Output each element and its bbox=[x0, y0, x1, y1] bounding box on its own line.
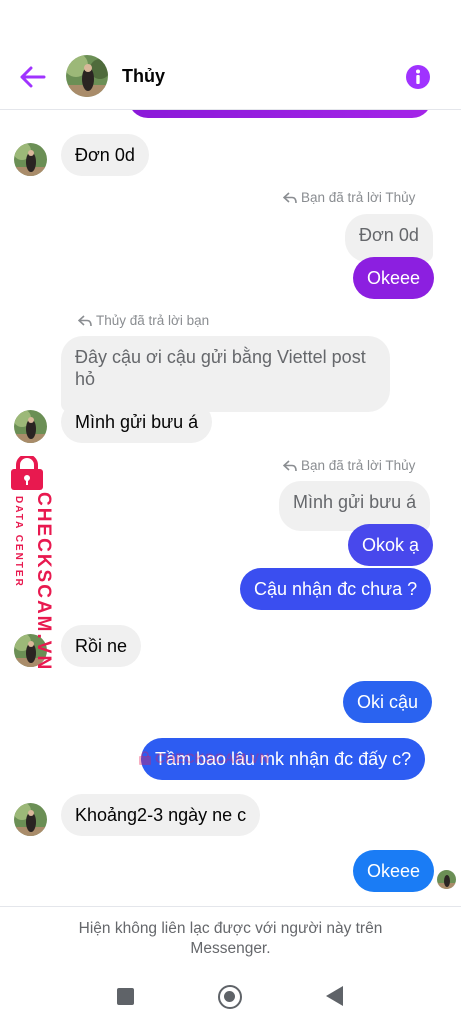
reply-note-text: Thủy đã trả lời bạn bbox=[96, 313, 210, 328]
watermark-brand: CHECKSCAM.VN bbox=[33, 492, 54, 672]
outgoing-message[interactable]: Okeee bbox=[353, 850, 435, 892]
unavailable-notice: Hiện không liên lạc được với người này t… bbox=[78, 920, 383, 957]
reply-icon bbox=[78, 314, 92, 326]
contact-avatar-small[interactable] bbox=[14, 803, 47, 836]
info-icon[interactable] bbox=[406, 65, 430, 89]
reply-icon bbox=[283, 459, 297, 471]
reply-note-text: Bạn đã trả lời Thủy bbox=[301, 190, 416, 205]
quoted-line: hỏ bbox=[75, 369, 96, 389]
reply-note-text: Bạn đã trả lời Thủy bbox=[301, 458, 416, 473]
recents-square-icon[interactable] bbox=[117, 988, 134, 1005]
contact-name[interactable]: Thủy bbox=[122, 66, 165, 87]
watermark: DATA CENTER CHECKSCAM.VN bbox=[4, 456, 54, 671]
incoming-message[interactable]: Rồi ne bbox=[61, 625, 142, 667]
quoted-line: Đây cậu ơi cậu gửi bằng Viettel post bbox=[75, 347, 366, 367]
lock-icon bbox=[139, 751, 151, 765]
incoming-message[interactable]: Khoảng2-3 ngày ne c bbox=[61, 794, 261, 836]
reply-icon bbox=[283, 191, 297, 203]
home-circle-icon[interactable] bbox=[218, 985, 242, 1009]
outgoing-message[interactable]: Oki cậu bbox=[343, 681, 433, 723]
outgoing-message[interactable]: Okok ạ bbox=[348, 524, 434, 566]
system-nav-bar bbox=[0, 968, 461, 1024]
contact-avatar[interactable] bbox=[66, 55, 108, 97]
back-arrow-icon bbox=[20, 66, 46, 88]
watermark-subtext: DATA CENTER bbox=[13, 496, 24, 588]
incoming-message[interactable]: Đơn 0d bbox=[61, 134, 149, 176]
outgoing-message[interactable]: Okeee bbox=[353, 257, 435, 299]
contact-avatar-small[interactable] bbox=[14, 410, 47, 443]
seen-indicator-avatar bbox=[437, 870, 456, 889]
watermark-center: CHECKSCAM.VN bbox=[138, 750, 269, 766]
outgoing-message[interactable]: Cậu nhận đc chưa ? bbox=[240, 568, 432, 610]
back-triangle-icon[interactable] bbox=[326, 986, 343, 1006]
reply-note: Bạn đã trả lời Thủy bbox=[283, 458, 415, 473]
footer-divider bbox=[0, 906, 461, 907]
lock-icon bbox=[11, 456, 43, 490]
back-button[interactable] bbox=[16, 60, 50, 94]
incoming-message[interactable]: Mình gửi bưu á bbox=[61, 401, 213, 443]
quoted-message[interactable]: Đơn 0d bbox=[345, 214, 433, 262]
reply-note: Bạn đã trả lời Thủy bbox=[283, 190, 415, 205]
reply-note: Thủy đã trả lời bạn bbox=[78, 313, 209, 328]
contact-avatar-small[interactable] bbox=[14, 143, 47, 176]
conversation-header: Thủy bbox=[0, 0, 461, 110]
watermark-center-text: CHECKSCAM.VN bbox=[155, 750, 270, 766]
